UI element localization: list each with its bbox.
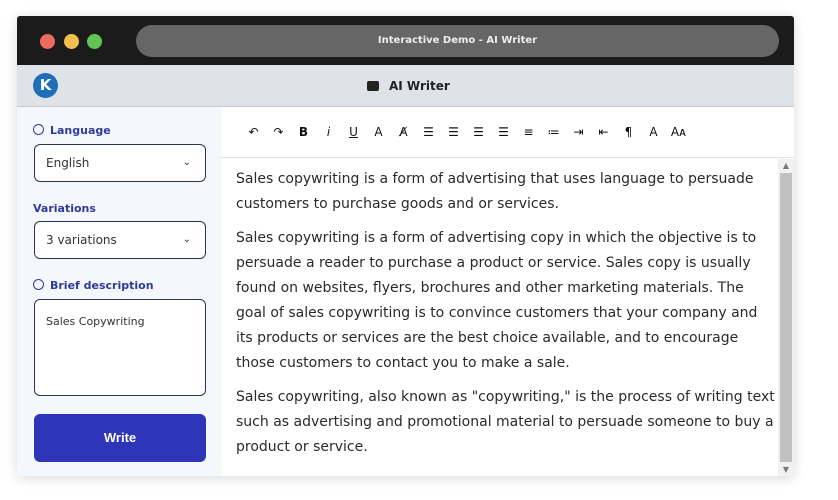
editor-toolbar: ↶ ↷ Bi U A A̸ ☰ ☰ ☰ ☰ ≡ ≔ ⇥ ⇤ ¶ A Aᴀ: [221, 107, 794, 158]
bullet-list-icon[interactable]: ≔: [541, 125, 566, 139]
app-title-text: AI Writer: [389, 79, 450, 93]
justify-icon[interactable]: ☰: [491, 125, 516, 139]
indent-icon[interactable]: ⇥: [566, 125, 591, 139]
paragraph: Sales copywriting is a form of advertisi…: [236, 230, 758, 371]
minimize-button[interactable]: [64, 34, 79, 49]
address-bar[interactable]: Interactive Demo - AI Writer: [136, 25, 779, 57]
globe-icon: [33, 279, 44, 290]
scrollbar[interactable]: ▲ ▼: [778, 159, 794, 476]
language-value: English: [46, 156, 90, 170]
robot-icon: [367, 81, 379, 91]
underline-icon[interactable]: U: [341, 125, 366, 139]
chevron-down-icon: ⌄: [182, 157, 191, 168]
paragraph: Sales copywriting, also known as "copywr…: [236, 389, 775, 455]
italic-icon[interactable]: i: [316, 125, 341, 139]
scrollbar-thumb[interactable]: [780, 173, 792, 462]
variations-select[interactable]: 3 variations ⌄: [34, 221, 206, 259]
sidebar: Language English ⌄ Variations 3 variation…: [17, 107, 221, 476]
maximize-button[interactable]: [87, 34, 102, 49]
brief-description-input[interactable]: Sales Copywriting: [34, 299, 206, 396]
write-button[interactable]: Write: [34, 414, 206, 462]
brief-label-text: Brief description: [50, 279, 154, 292]
variations-label: Variations: [33, 202, 96, 215]
app-title: AI Writer: [367, 65, 450, 107]
globe-icon: [33, 124, 44, 135]
title-bar: Interactive Demo - AI Writer: [17, 16, 794, 65]
language-label: Language: [33, 124, 111, 137]
variations-value: 3 variations: [46, 233, 117, 247]
text-color-icon[interactable]: A: [366, 125, 391, 139]
scroll-up-icon[interactable]: ▲: [778, 161, 794, 170]
language-label-text: Language: [50, 124, 111, 137]
align-left-icon[interactable]: ☰: [416, 125, 441, 139]
scroll-down-icon[interactable]: ▼: [778, 465, 794, 474]
font-size-icon[interactable]: Aᴀ: [666, 125, 691, 139]
align-right-icon[interactable]: ☰: [466, 125, 491, 139]
outdent-icon[interactable]: ⇤: [591, 125, 616, 139]
undo-icon[interactable]: ↶: [241, 125, 266, 139]
language-select[interactable]: English ⌄: [34, 144, 206, 182]
logo[interactable]: K: [33, 73, 58, 98]
clear-format-icon[interactable]: A̸: [391, 125, 416, 139]
brief-label: Brief description: [33, 279, 154, 292]
font-icon[interactable]: A: [641, 125, 666, 139]
paragraph-icon[interactable]: ¶: [616, 125, 641, 139]
editor: ↶ ↷ Bi U A A̸ ☰ ☰ ☰ ☰ ≡ ≔ ⇥ ⇤ ¶ A Aᴀ Sales copywriting i…: [221, 107, 794, 476]
app-header: K AI Writer: [17, 65, 794, 107]
paragraph: Sales copywriting is a form of advertisi…: [236, 171, 754, 212]
editor-content[interactable]: Sales copywriting is a form of advertisi…: [236, 167, 776, 469]
ordered-list-icon[interactable]: ≡: [516, 125, 541, 139]
chevron-down-icon: ⌄: [182, 234, 191, 245]
bold-icon[interactable]: B: [291, 125, 316, 139]
close-button[interactable]: [40, 34, 55, 49]
align-center-icon[interactable]: ☰: [441, 125, 466, 139]
browser-window: Interactive Demo - AI Writer K AI Writer…: [17, 16, 794, 476]
redo-icon[interactable]: ↷: [266, 125, 291, 139]
